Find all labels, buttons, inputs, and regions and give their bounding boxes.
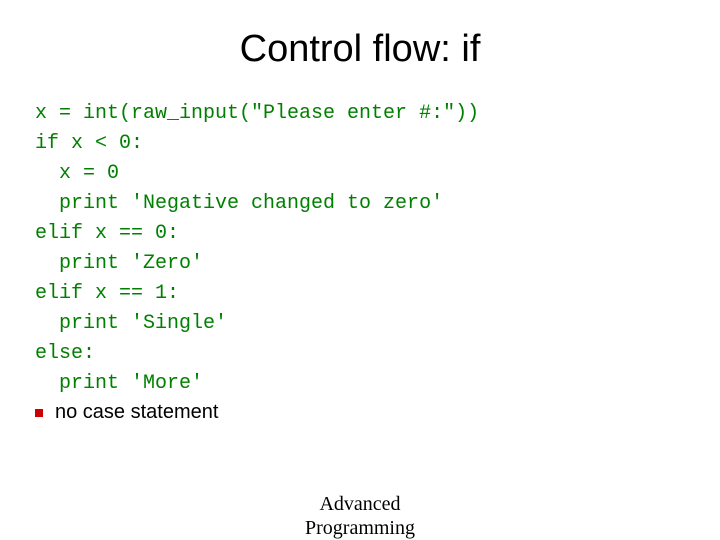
code-line: else: <box>35 342 95 365</box>
code-line: if x < 0: <box>35 132 143 155</box>
footer-line: Programming <box>0 516 720 540</box>
bullet-square-icon <box>35 409 43 417</box>
slide-footer: Advanced Programming <box>0 492 720 540</box>
code-line: print 'Single' <box>35 312 227 335</box>
code-line: print 'More' <box>35 372 203 395</box>
bullet-item: no case statement <box>35 401 685 424</box>
code-line: elif x == 0: <box>35 222 179 245</box>
code-line: print 'Negative changed to zero' <box>35 192 443 215</box>
footer-line: Advanced <box>0 492 720 516</box>
bullet-text: no case statement <box>55 401 218 424</box>
slide-title: Control flow: if <box>35 28 685 71</box>
code-line: print 'Zero' <box>35 252 203 275</box>
code-line: x = 0 <box>35 162 119 185</box>
code-line: elif x == 1: <box>35 282 179 305</box>
code-block: x = int(raw_input("Please enter #:")) if… <box>35 99 685 399</box>
code-line: x = int(raw_input("Please enter #:")) <box>35 102 479 125</box>
slide-container: Control flow: if x = int(raw_input("Plea… <box>0 0 720 444</box>
